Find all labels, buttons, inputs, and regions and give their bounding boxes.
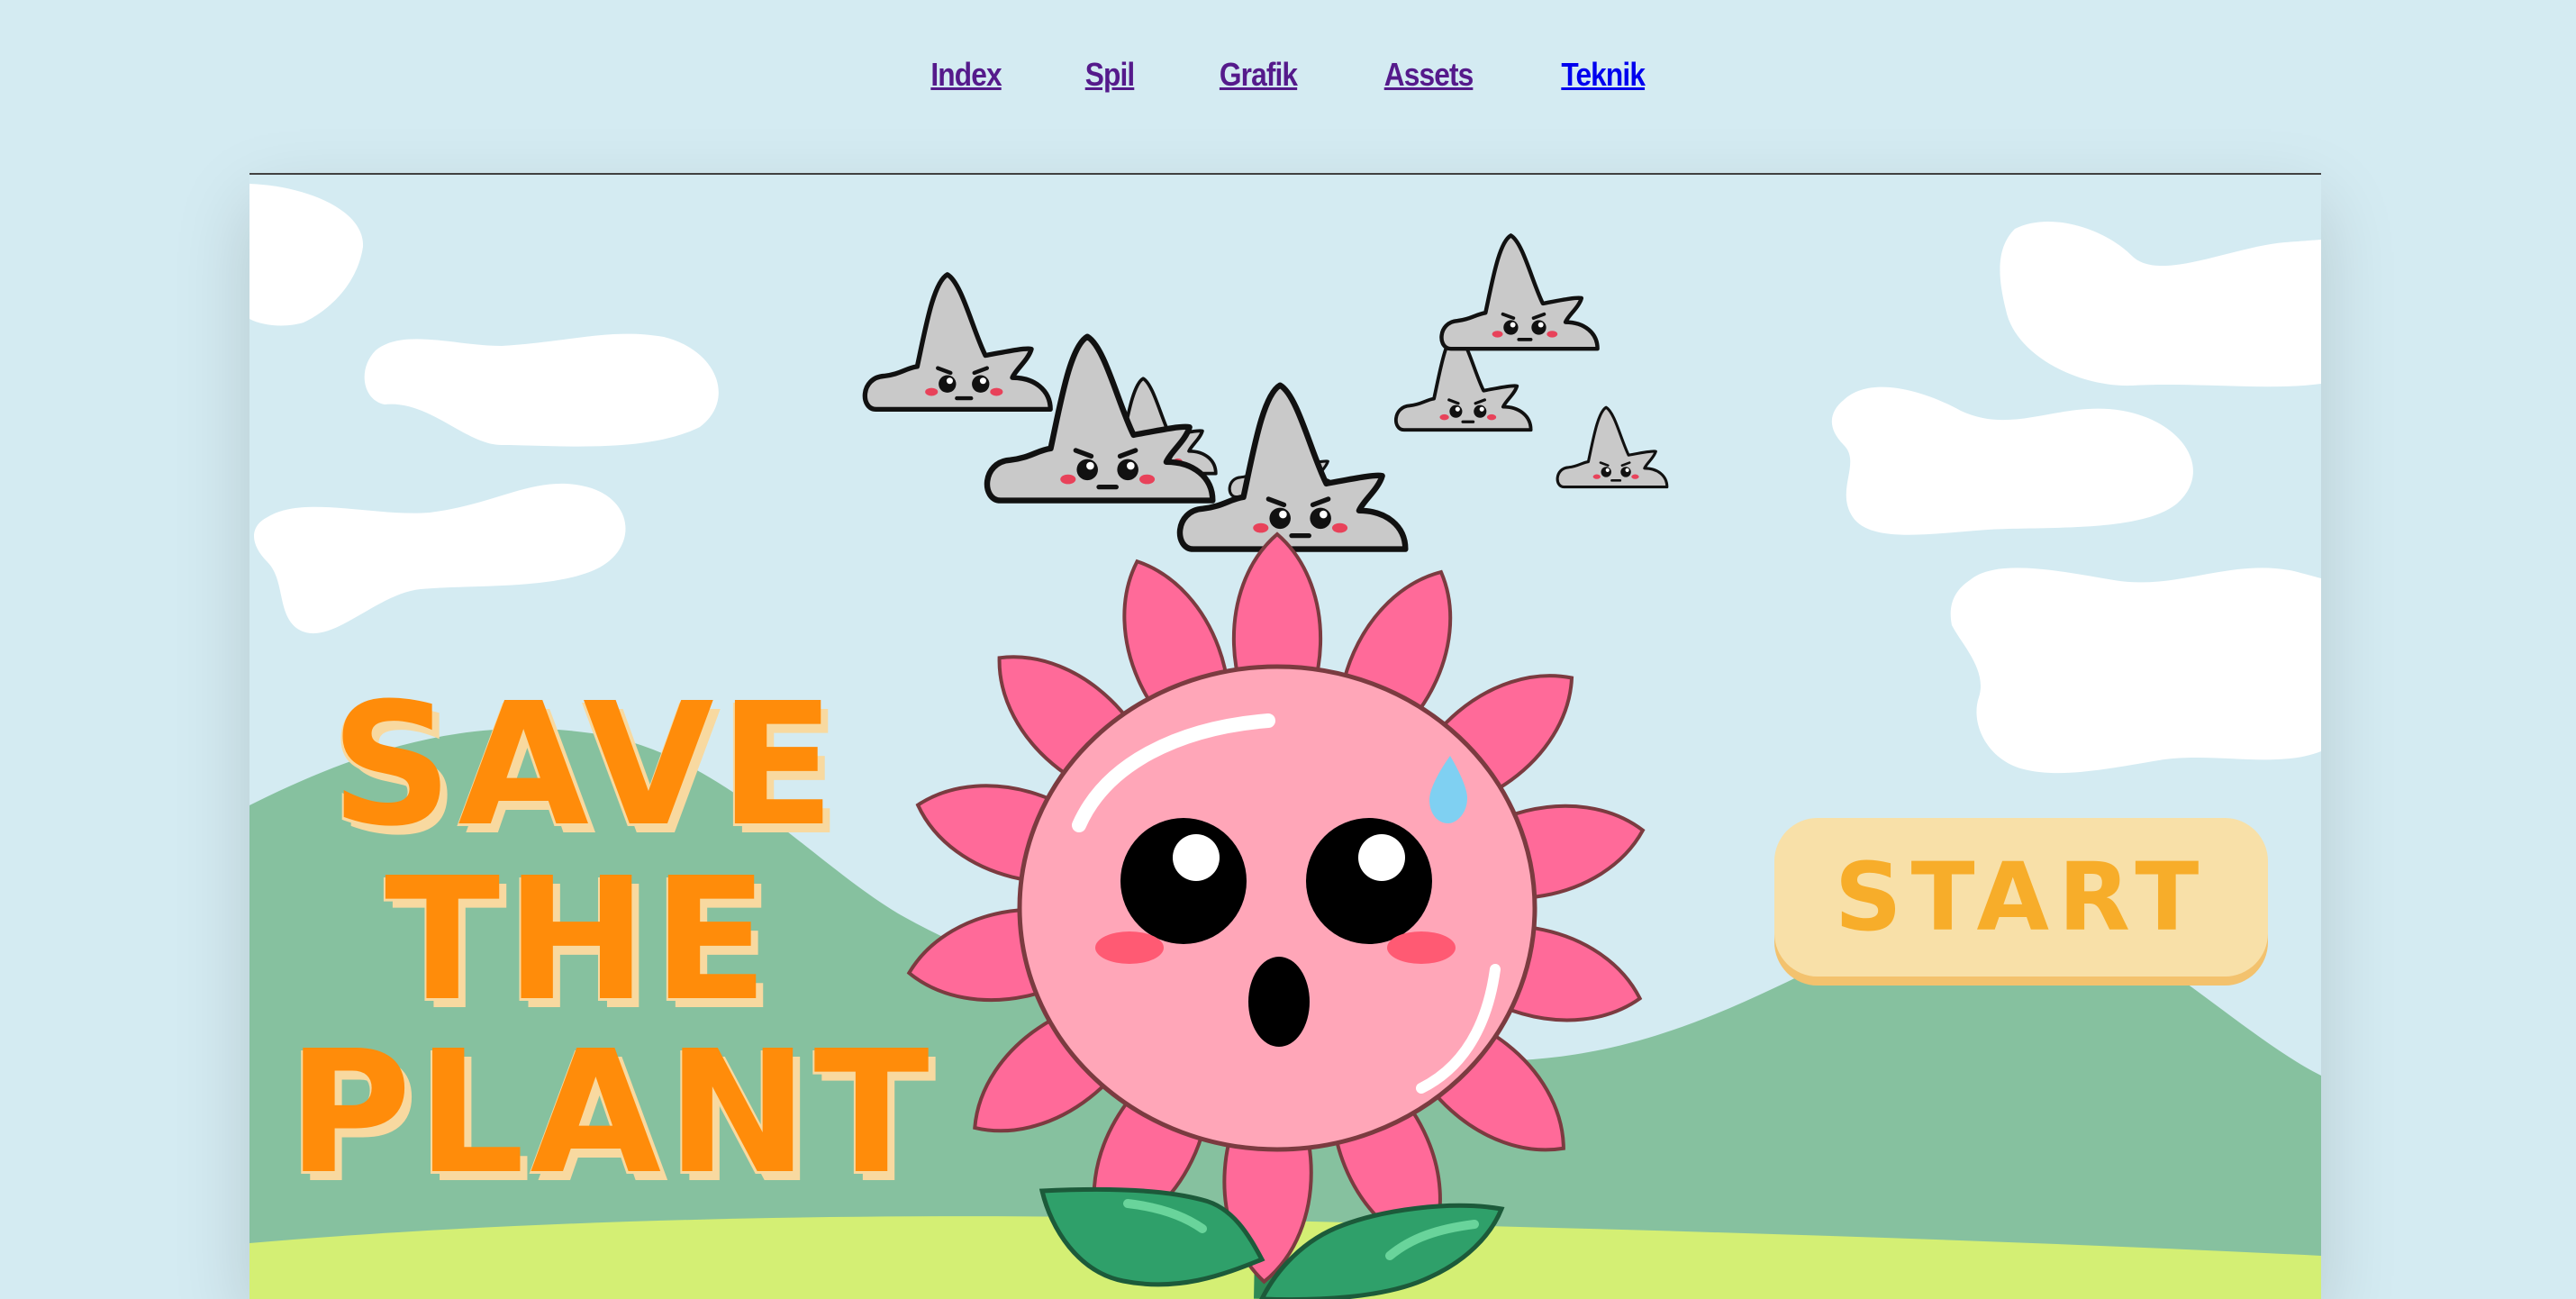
nav-link-grafik[interactable]: Grafik [1220,56,1298,94]
cloud-icon [1950,568,2321,774]
nav-link-assets[interactable]: Assets [1384,56,1474,94]
cloud-icon [364,333,719,447]
top-navigation: Index Spil Grafik Assets Teknik [0,56,2576,94]
start-button[interactable]: START [1774,818,2268,977]
game-title-line-1: SAVE [331,667,841,864]
cloud-icon [2000,221,2321,387]
game-title-line-3: PLANT [287,1014,935,1212]
game-title-line-2: THE [385,841,775,1039]
storm-cloud-icon [865,275,1050,410]
cloud-icon [249,184,364,326]
nav-link-index[interactable]: Index [930,56,1002,94]
storm-cloud-icon [1556,405,1669,489]
storm-cloud-icon [1441,235,1597,349]
game-stage[interactable]: SAVE THE PLANT START [249,175,2321,1299]
cloud-icon [1831,386,2193,535]
nav-link-teknik[interactable]: Teknik [1561,56,1646,94]
nav-link-spil[interactable]: Spil [1085,56,1135,94]
cloud-icon [254,483,626,634]
